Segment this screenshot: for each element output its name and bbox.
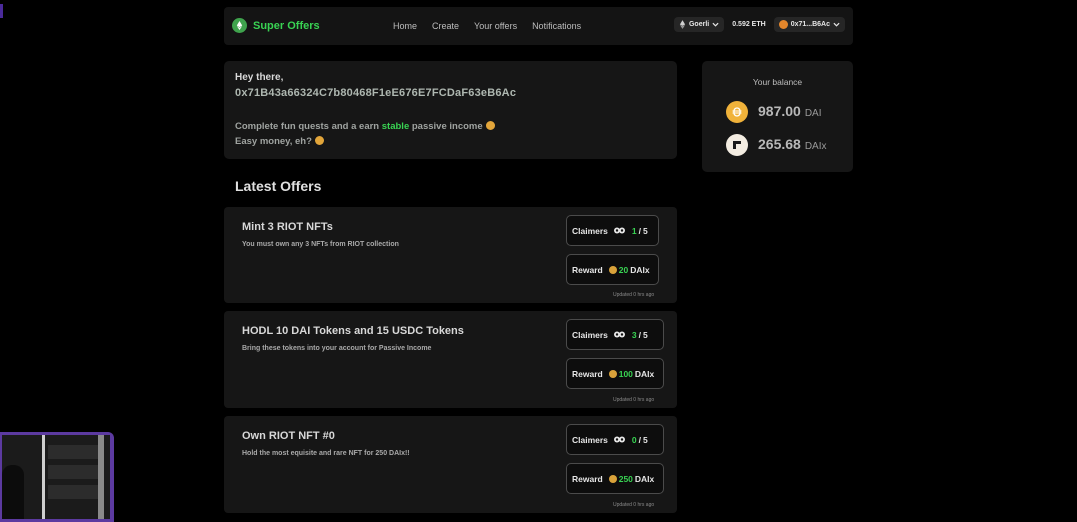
account-avatar-icon <box>778 20 788 29</box>
balance-card: Your balance 987.00 DAI 265.68 DAIx <box>702 61 853 172</box>
total-count: 5 <box>643 225 648 236</box>
greeting-line-2: Easy money, eh? <box>235 136 324 147</box>
brand[interactable]: Super Offers <box>232 18 320 33</box>
coin-icon <box>608 369 617 378</box>
claimers-button[interactable]: Claimers 1/5 <box>566 215 659 246</box>
reward-label: Reward <box>572 368 603 379</box>
smile-emoji-icon <box>485 121 495 130</box>
claimed-count: 3 <box>631 329 637 340</box>
ethereum-logo-icon <box>232 18 247 33</box>
grin-emoji-icon <box>314 136 324 145</box>
people-icon <box>613 436 625 443</box>
greeting-line-1-suffix: passive income <box>411 121 483 132</box>
balance-row-daix: 265.68 DAIx <box>726 134 827 156</box>
offer-title: HODL 10 DAI Tokens and 15 USDC Tokens <box>242 325 464 337</box>
coin-icon <box>608 474 617 483</box>
greeting-line-1-prefix: Complete fun quests and a earn <box>235 121 380 132</box>
offer-card[interactable]: Mint 3 RIOT NFTs You must own any 3 NFTs… <box>224 207 677 303</box>
wallet-area: Goerli 0.592 ETH 0x71...B6Ac <box>673 17 845 32</box>
nav-create-link[interactable]: Create <box>432 21 459 31</box>
reward-label: Reward <box>572 264 603 275</box>
updated-time: Updated 0 hrs ago <box>613 397 655 403</box>
claimed-count: 0 <box>631 434 637 445</box>
greeting-hello: Hey there, <box>235 72 284 83</box>
eth-balance: 0.592 ETH <box>732 21 766 28</box>
greeting-card: Hey there, 0x71B43a66324C7b80468F1eE676E… <box>224 61 677 159</box>
dai-unit: DAI <box>804 108 822 119</box>
offer-description: You must own any 3 NFTs from RIOT collec… <box>242 241 399 248</box>
nav-your-offers-link[interactable]: Your offers <box>474 21 517 31</box>
offer-title: Own RIOT NFT #0 <box>242 430 335 442</box>
webcam-feed <box>2 435 110 519</box>
network-selector[interactable]: Goerli <box>673 17 725 32</box>
reward-label: Reward <box>572 473 603 484</box>
screen-edge-mark <box>0 4 3 18</box>
daix-icon <box>726 134 748 156</box>
chevron-down-icon <box>833 22 840 27</box>
total-count: 5 <box>643 329 648 340</box>
claimers-button[interactable]: Claimers 0/5 <box>566 424 664 455</box>
greeting-line-2-text: Easy money, eh? <box>235 136 312 147</box>
latest-offers-title: Latest Offers <box>235 178 322 194</box>
nav-notifications-link[interactable]: Notifications <box>532 21 581 31</box>
balance-row-dai: 987.00 DAI <box>726 101 822 123</box>
claimed-count: 1 <box>631 225 637 236</box>
nav-links: Home Create Your offers Notifications <box>393 21 581 31</box>
webcam-overlay <box>0 432 114 522</box>
daix-amount: 265.68 <box>758 136 801 152</box>
top-navbar: Super Offers Home Create Your offers Not… <box>224 7 853 45</box>
dai-icon <box>726 101 748 123</box>
reward-button[interactable]: Reward 20 DAIx <box>566 254 659 285</box>
offer-description: Hold the most equisite and rare NFT for … <box>242 450 410 457</box>
updated-time: Updated 0 hrs ago <box>613 292 655 298</box>
account-address: 0x71...B6Ac <box>790 21 830 28</box>
nav-home-link[interactable]: Home <box>393 21 417 31</box>
coin-icon <box>608 265 617 274</box>
people-icon <box>613 227 625 234</box>
account-selector[interactable]: 0x71...B6Ac <box>773 17 845 32</box>
reward-unit: DAIx <box>634 368 655 379</box>
reward-amount: 100 <box>618 368 633 379</box>
total-count: 5 <box>643 434 648 445</box>
balance-title: Your balance <box>752 77 803 87</box>
dai-amount: 987.00 <box>758 103 801 119</box>
reward-unit: DAIx <box>630 264 650 275</box>
reward-button[interactable]: Reward 100 DAIx <box>566 358 664 389</box>
people-icon <box>613 331 625 338</box>
offer-card[interactable]: HODL 10 DAI Tokens and 15 USDC Tokens Br… <box>224 311 677 408</box>
greeting-line-1: Complete fun quests and a earn stable pa… <box>235 121 495 132</box>
user-address: 0x71B43a66324C7b80468F1eE676E7FCDaF63eB6… <box>235 87 517 99</box>
offer-description: Bring these tokens into your account for… <box>242 345 432 352</box>
daix-unit: DAIx <box>804 141 827 152</box>
updated-time: Updated 0 hrs ago <box>613 502 655 508</box>
claimers-label: Claimers <box>572 329 608 340</box>
reward-amount: 250 <box>618 473 633 484</box>
offer-card[interactable]: Own RIOT NFT #0 Hold the most equisite a… <box>224 416 677 513</box>
reward-button[interactable]: Reward 250 DAIx <box>566 463 664 494</box>
offer-title: Mint 3 RIOT NFTs <box>242 221 333 233</box>
greeting-highlight: stable <box>381 121 410 132</box>
claimers-label: Claimers <box>572 434 608 445</box>
claimers-label: Claimers <box>572 225 608 236</box>
claimers-button[interactable]: Claimers 3/5 <box>566 319 664 350</box>
reward-unit: DAIx <box>634 473 655 484</box>
network-name: Goerli <box>688 21 710 28</box>
brand-name: Super Offers <box>253 19 320 32</box>
ethereum-icon <box>679 20 686 29</box>
chevron-down-icon <box>712 22 719 27</box>
reward-amount: 20 <box>618 264 629 275</box>
